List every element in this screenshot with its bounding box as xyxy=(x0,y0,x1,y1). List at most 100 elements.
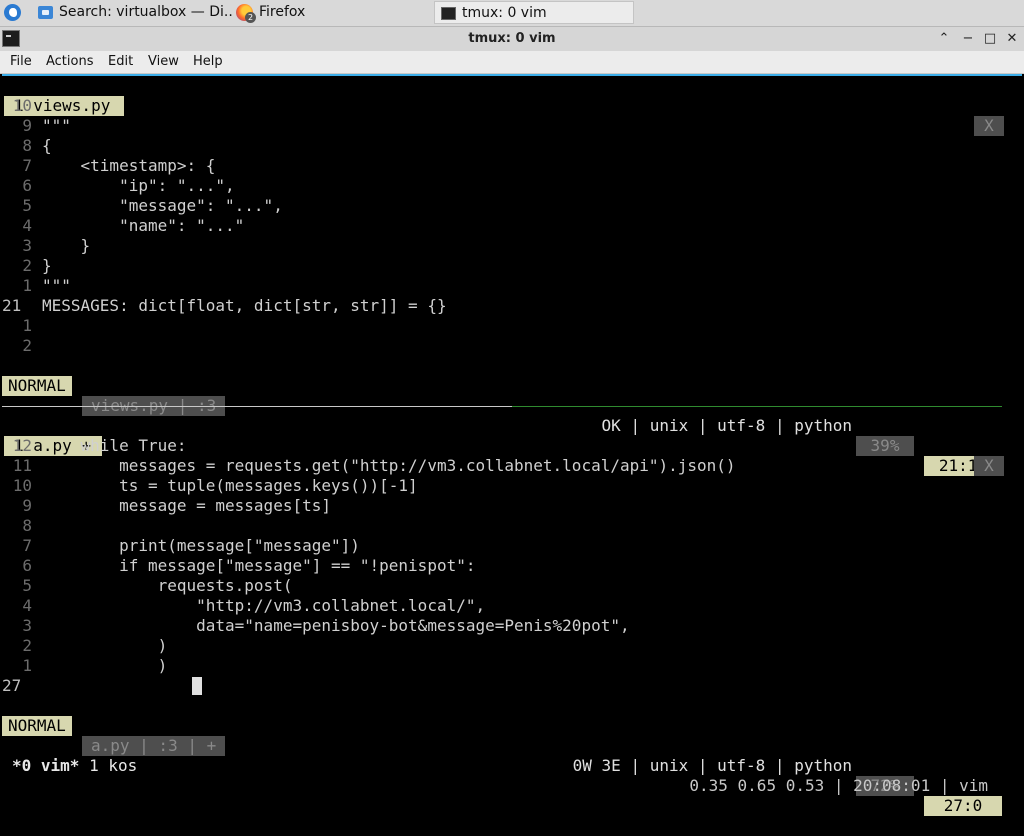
line-number: 4 xyxy=(22,216,32,235)
mode-indicator: NORMAL xyxy=(2,376,72,396)
code-line[interactable]: 3 } xyxy=(2,236,90,256)
code-line[interactable]: 4 "http://vm3.collabnet.local/", xyxy=(2,596,485,616)
notification-badge: 2 xyxy=(245,11,256,23)
line-number: 12 xyxy=(12,436,32,455)
line-number: 2 xyxy=(22,256,32,275)
folder-icon xyxy=(38,5,53,19)
line-number: 10 xyxy=(12,96,32,115)
window-title: tmux: 0 vim xyxy=(468,31,556,46)
pane-divider[interactable] xyxy=(2,406,1002,407)
line-number: 2 xyxy=(22,636,32,655)
taskbar: Search: virtualbox — Di... 2 Firefox tmux… xyxy=(0,0,1024,27)
code-line[interactable]: 27 xyxy=(2,676,202,696)
code-text: requests.post( xyxy=(42,576,293,595)
taskbar-item-dolphin[interactable]: Search: virtualbox — Di... xyxy=(38,1,234,24)
minimize-button[interactable]: ⌃ xyxy=(934,29,954,49)
close-button[interactable]: ✕ xyxy=(1002,29,1022,49)
text-cursor xyxy=(192,677,202,695)
menubar: File Actions Edit View Help xyxy=(0,51,1024,74)
code-line[interactable]: 2 ) xyxy=(2,636,167,656)
close-tab-button[interactable]: X xyxy=(974,116,1004,136)
menu-actions[interactable]: Actions xyxy=(46,51,94,73)
terminal[interactable]: 1 views.py X 10 9 """ 8{7 <timestamp>: {6 "… xyxy=(2,74,1022,816)
cursor-position: 27:0 xyxy=(924,796,1002,816)
file-format-info: 0W 3E | unix | utf-8 | python xyxy=(572,756,852,775)
app-launcher-icon[interactable] xyxy=(4,4,21,21)
tmux-session[interactable]: 1 kos xyxy=(89,756,137,775)
code-line[interactable]: 5 "message": "...", xyxy=(2,196,283,216)
code-line[interactable]: 10 xyxy=(2,96,42,116)
line-number: 1 xyxy=(22,276,32,295)
code-line[interactable]: 21 MESSAGES: dict[float, dict[str, str]] … xyxy=(2,296,447,316)
code-text: "message": "...", xyxy=(42,196,283,215)
code-text: if message["message"] == "!penispot": xyxy=(42,556,476,575)
code-text: """ xyxy=(42,116,71,135)
line-number: 6 xyxy=(22,176,32,195)
menu-file[interactable]: File xyxy=(10,51,32,73)
scroll-percent: 39% xyxy=(856,436,914,456)
code-line[interactable]: 9 """ xyxy=(2,116,71,136)
code-line[interactable]: 1 ) xyxy=(2,656,167,676)
menu-help[interactable]: Help xyxy=(193,51,223,73)
menu-edit[interactable]: Edit xyxy=(108,51,133,73)
code-line[interactable]: 1 xyxy=(2,316,42,336)
taskbar-item-label: tmux: 0 vim xyxy=(462,5,547,21)
mode-indicator: NORMAL xyxy=(2,716,72,736)
code-line[interactable]: 2 xyxy=(2,336,42,356)
terminal-icon xyxy=(441,6,456,20)
line-number: 1 xyxy=(22,316,32,335)
line-number: 1 xyxy=(22,656,32,675)
taskbar-item-firefox[interactable]: 2 Firefox xyxy=(236,1,432,24)
code-text: "ip": "...", xyxy=(42,176,235,195)
code-text: ts = tuple(messages.keys())[-1] xyxy=(42,476,418,495)
line-number: 7 xyxy=(22,156,32,175)
line-number: 7 xyxy=(22,536,32,555)
menu-view[interactable]: View xyxy=(148,51,179,73)
line-number: 10 xyxy=(12,476,32,495)
code-line[interactable]: 11 messages = requests.get("http://vm3.c… xyxy=(2,456,736,476)
taskbar-item-label: Firefox xyxy=(259,4,306,20)
code-line[interactable]: 3 data="name=penisboy-bot&message=Penis%… xyxy=(2,616,629,636)
tmux-current-window[interactable]: *0 vim* xyxy=(12,756,79,775)
code-line[interactable]: 12 while True: xyxy=(2,436,187,456)
code-text: { xyxy=(42,136,52,155)
code-text: while True: xyxy=(42,436,187,455)
bottom-pane-statusline: NORMAL a.py | :3 | + 0W 3E | unix | utf-… xyxy=(2,696,1002,816)
line-number: 8 xyxy=(22,516,32,535)
code-line[interactable]: 2} xyxy=(2,256,52,276)
maximize-button[interactable]: □ xyxy=(980,29,1000,49)
tmux-statusbar: *0 vim* 1 kos 0.35 0.65 0.53 | 20:08:01 … xyxy=(2,736,1018,795)
code-text: "name": "..." xyxy=(42,216,245,235)
code-line[interactable]: 9 message = messages[ts] xyxy=(2,496,331,516)
top-pane-statusline: NORMAL views.py | :3 OK | unix | utf-8 |… xyxy=(2,356,1002,476)
line-number: 27 xyxy=(2,676,22,695)
code-text: "http://vm3.collabnet.local/", xyxy=(42,596,486,615)
line-number: 6 xyxy=(22,556,32,575)
line-number: 8 xyxy=(22,136,32,155)
code-line[interactable]: 6 if message["message"] == "!penispot": xyxy=(2,556,475,576)
bottom-pane-tabline: 1 a.py + X xyxy=(4,416,1004,476)
tmux-status-right: 0.35 0.65 0.53 | 20:08:01 | vim xyxy=(689,776,988,795)
code-line[interactable]: 7 print(message["message"]) xyxy=(2,536,360,556)
code-text: } xyxy=(42,256,52,275)
code-line[interactable]: 8{ xyxy=(2,136,52,156)
close-tab-button[interactable]: X xyxy=(974,456,1004,476)
code-line[interactable]: 7 <timestamp>: { xyxy=(2,156,215,176)
line-number: 2 xyxy=(22,336,32,355)
line-number: 3 xyxy=(22,616,32,635)
restore-button[interactable]: − xyxy=(958,29,978,49)
line-number: 9 xyxy=(22,496,32,515)
line-number: 3 xyxy=(22,236,32,255)
code-line[interactable]: 5 requests.post( xyxy=(2,576,292,596)
code-line[interactable]: 10 ts = tuple(messages.keys())[-1] xyxy=(2,476,418,496)
window-titlebar: tmux: 0 vim ⌃ − □ ✕ xyxy=(0,27,1024,51)
code-text: message = messages[ts] xyxy=(42,496,331,515)
code-line[interactable]: 4 "name": "..." xyxy=(2,216,244,236)
taskbar-item-tmux[interactable]: tmux: 0 vim xyxy=(434,1,634,24)
code-line[interactable]: 8 xyxy=(2,516,42,536)
code-text: ) xyxy=(42,636,168,655)
code-line[interactable]: 1 """ xyxy=(2,276,71,296)
tmux-windows: *0 vim* 1 kos xyxy=(12,756,137,776)
code-line[interactable]: 6 "ip": "...", xyxy=(2,176,235,196)
line-number: 11 xyxy=(12,456,32,475)
